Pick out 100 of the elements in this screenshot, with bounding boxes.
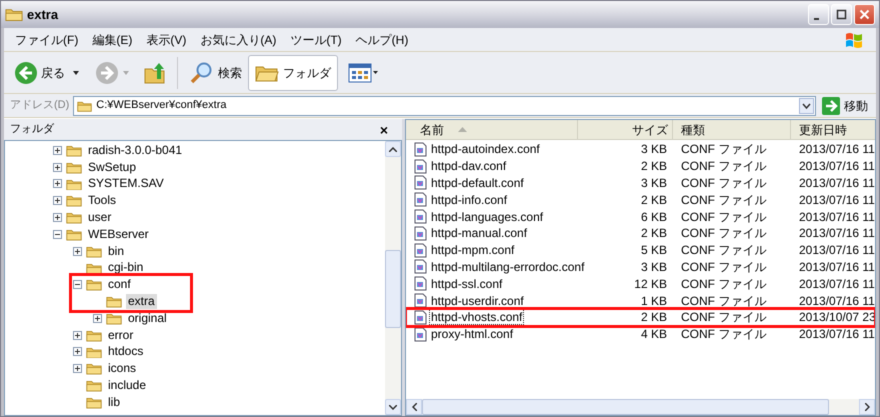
size-cell-text: 2 KB (640, 192, 668, 209)
file-name[interactable]: httpd-userdir.conf (429, 292, 526, 309)
size-cell-text: 1 KB (640, 292, 668, 310)
size-cell-text: 2 KB (640, 158, 668, 176)
file-name[interactable]: httpd-info.conf (429, 192, 510, 208)
expand-icon[interactable] (53, 146, 62, 155)
modified-cell-text: 2013/07/16 11 (798, 141, 875, 158)
file-name[interactable]: httpd-mpm.conf (429, 242, 516, 258)
go-button[interactable]: 移動 (820, 96, 870, 114)
size-cell-text: 12 KB (633, 276, 668, 293)
scroll-right-icon[interactable] (864, 403, 870, 411)
folder-name[interactable]: SYSTEM.SAV (86, 176, 166, 192)
collapse-icon[interactable] (53, 230, 62, 239)
folder-name[interactable]: user (86, 210, 114, 226)
vertical-scrollbar[interactable] (385, 141, 401, 415)
go-arrow-icon (822, 96, 840, 114)
expand-icon[interactable] (73, 347, 82, 356)
file-name[interactable]: httpd-ssl.conf (429, 276, 504, 292)
file-name[interactable]: httpd-languages.conf (429, 208, 546, 225)
up-folder-icon[interactable] (143, 60, 167, 84)
back-button[interactable]: 戻る (14, 60, 69, 84)
modified-cell-text: 2013/07/16 11 (798, 158, 875, 176)
expand-icon[interactable] (53, 179, 62, 188)
size-cell-text: 6 KB (640, 208, 668, 226)
menu-item[interactable]: 表示(V) (139, 30, 194, 48)
folders-button[interactable]: フォルダ (248, 54, 338, 90)
expand-icon[interactable] (93, 314, 102, 323)
close-pane-button[interactable]: × (380, 122, 388, 136)
dropdown-icon[interactable] (799, 98, 814, 114)
file-icon (414, 142, 427, 157)
file-icon (414, 293, 427, 308)
minimize-button[interactable] (808, 4, 829, 25)
folder-name[interactable]: icons (106, 361, 138, 376)
folder-icon (106, 295, 122, 308)
type-cell-text: CONF ファイル (680, 225, 768, 242)
magnifier-icon (190, 60, 214, 84)
address-field[interactable]: C:¥WEBserver¥conf¥extra (73, 96, 816, 116)
file-icon (414, 175, 427, 190)
folder-icon (86, 396, 102, 409)
file-icon (414, 226, 427, 241)
folder-name[interactable]: WEBserver (86, 226, 151, 242)
modified-cell-text: 2013/07/16 11 (798, 192, 875, 209)
close-button[interactable] (854, 4, 875, 25)
folder-icon (66, 228, 82, 241)
modified-cell-text: 2013/07/16 11 (798, 276, 875, 293)
scroll-down-icon[interactable] (389, 404, 397, 410)
folder-name[interactable]: extra (126, 294, 157, 310)
maximize-button[interactable] (831, 4, 852, 25)
folder-name[interactable]: SwSetup (86, 160, 138, 175)
folder-icon (86, 244, 102, 258)
column-header[interactable]: サイズ (578, 120, 673, 139)
collapse-icon[interactable] (73, 280, 82, 290)
scroll-up-icon[interactable] (389, 146, 397, 152)
file-name[interactable]: httpd-manual.conf (429, 225, 530, 242)
menu-item[interactable]: お気に入り(A) (193, 30, 284, 48)
column-header[interactable]: 更新日時 (791, 120, 875, 139)
folder-name[interactable]: bin (106, 244, 126, 259)
size-cell-text: 3 KB (640, 141, 668, 158)
file-name[interactable]: httpd-default.conf (429, 174, 526, 191)
file-name[interactable]: httpd-multilang-errordoc.conf (429, 258, 586, 275)
folder-name[interactable]: cgi-bin (106, 260, 146, 276)
modified-cell-text: 2013/07/16 11 (798, 175, 875, 192)
file-name[interactable]: httpd-vhosts.conf (429, 309, 524, 326)
file-icon (414, 158, 427, 174)
type-cell-text: CONF ファイル (680, 242, 768, 260)
folder-name[interactable]: htdocs (106, 344, 146, 360)
expand-icon[interactable] (53, 196, 62, 206)
expand-icon[interactable] (53, 213, 62, 222)
file-name[interactable]: httpd-dav.conf (429, 158, 508, 174)
file-icon (414, 242, 427, 258)
expand-icon[interactable] (53, 162, 62, 172)
folder-name[interactable]: include (106, 378, 148, 394)
scroll-left-icon[interactable] (412, 403, 416, 411)
column-header[interactable]: 種類 (673, 120, 791, 139)
sort-ascending-icon (458, 127, 467, 132)
column-header[interactable]: 名前 (406, 120, 578, 139)
views-icon[interactable] (348, 62, 378, 82)
menu-item[interactable]: 編集(E) (85, 30, 140, 48)
file-icon (414, 326, 427, 342)
menu-item[interactable]: ツール(T) (283, 30, 349, 48)
modified-cell-text: 2013/07/16 11 (798, 242, 875, 260)
menu-item[interactable]: ファイル(F) (8, 30, 86, 48)
folder-name[interactable]: lib (106, 394, 122, 410)
folder-name[interactable]: radish-3.0.0-b041 (86, 142, 184, 158)
file-name[interactable]: httpd-autoindex.conf (429, 141, 542, 158)
scrollbar-thumb[interactable] (385, 250, 401, 328)
folder-name[interactable]: Tools (86, 193, 118, 208)
expand-icon[interactable] (73, 330, 82, 340)
modified-cell-text: 2013/07/16 11 (798, 326, 875, 344)
expand-icon[interactable] (73, 364, 82, 374)
folder-name[interactable]: original (126, 310, 169, 326)
folder-name[interactable]: error (106, 328, 136, 343)
folder-name[interactable]: conf (106, 277, 133, 292)
expand-icon[interactable] (73, 246, 82, 256)
file-name[interactable]: proxy-html.conf (429, 326, 516, 342)
caret-icon[interactable] (73, 70, 79, 74)
search-button[interactable]: 検索 (188, 60, 244, 84)
modified-cell-text: 2013/07/16 11 (798, 225, 875, 242)
type-cell-text: CONF ファイル (680, 175, 768, 192)
menu-item[interactable]: ヘルプ(H) (348, 30, 416, 48)
